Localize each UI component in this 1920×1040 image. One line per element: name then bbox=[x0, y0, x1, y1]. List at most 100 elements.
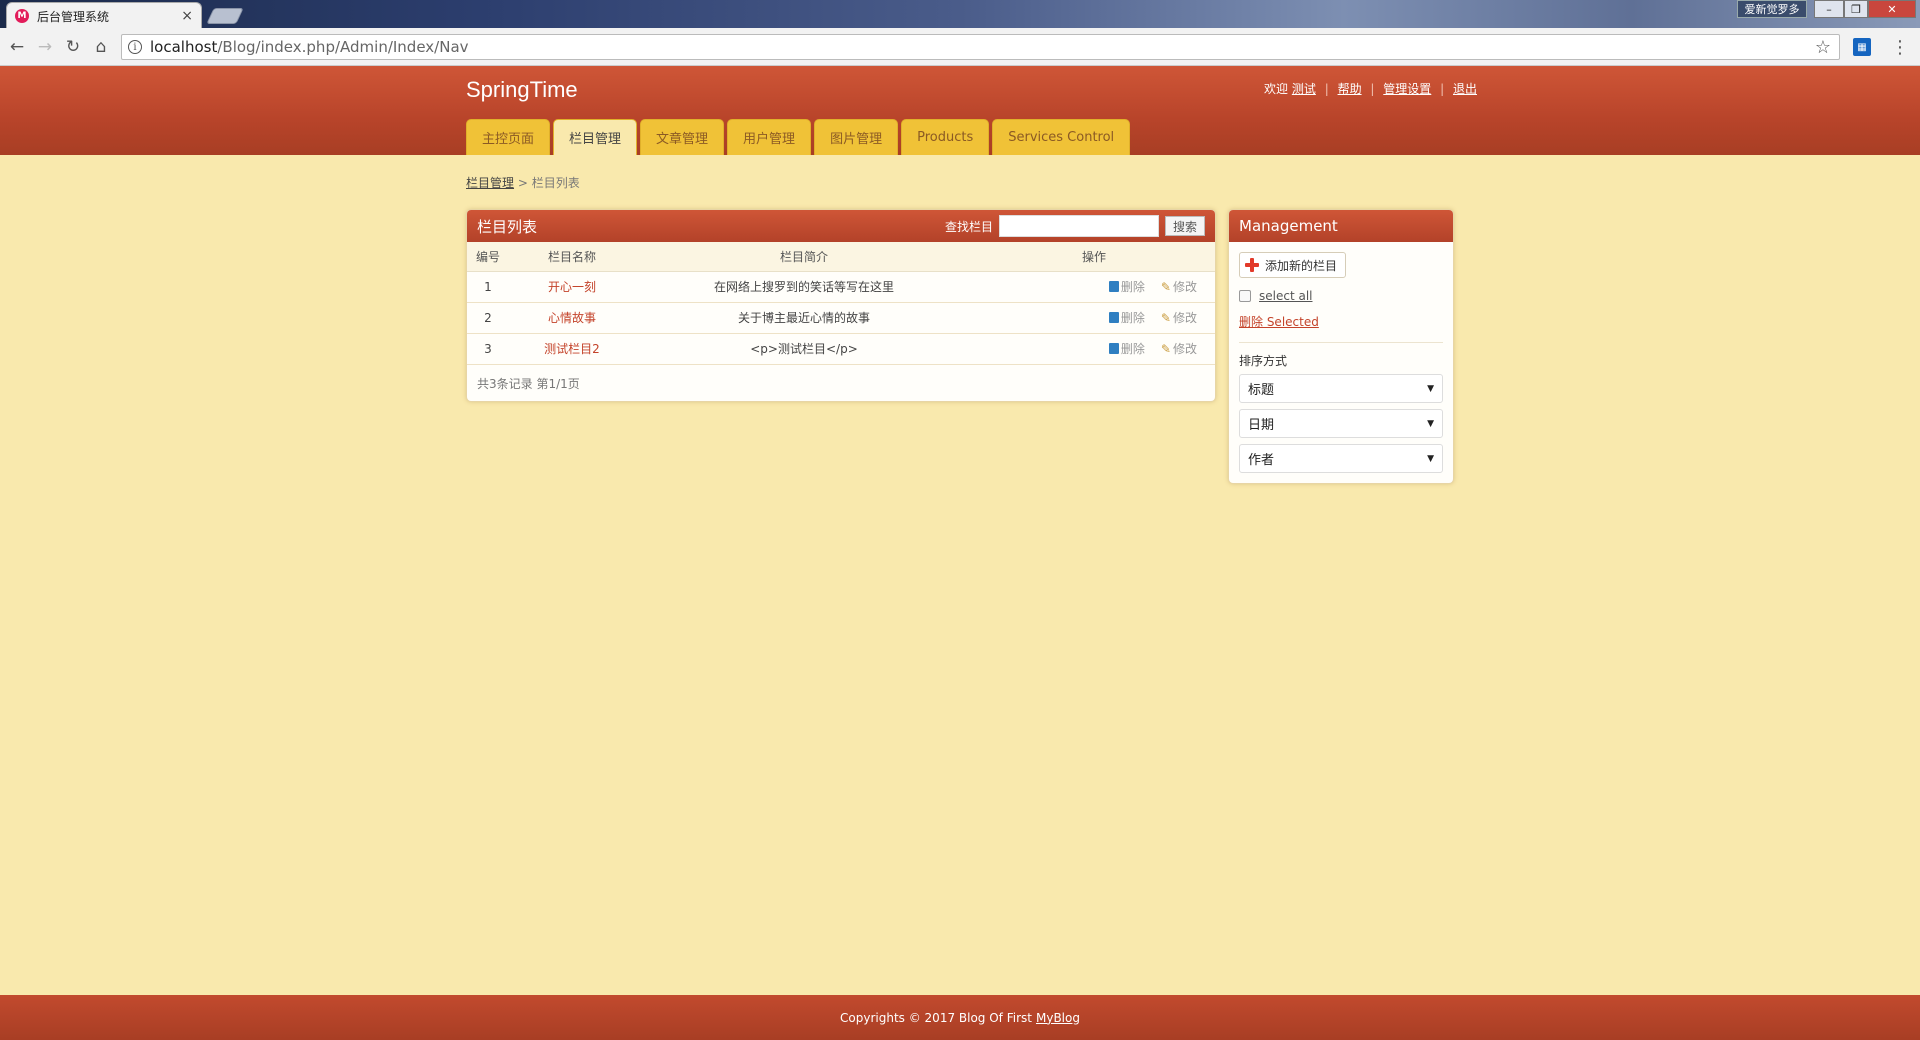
pagination-summary: 共3条记录 第1/1页 bbox=[477, 376, 580, 391]
nav-separator: | bbox=[1440, 82, 1445, 96]
footer-link[interactable]: MyBlog bbox=[1036, 1011, 1080, 1025]
column-header-name: 栏目名称 bbox=[509, 242, 635, 272]
back-icon[interactable]: ← bbox=[6, 36, 28, 58]
add-category-label: 添加新的栏目 bbox=[1265, 258, 1338, 273]
breadcrumb: 栏目管理 > 栏目列表 bbox=[466, 174, 580, 191]
category-list-panel: 栏目列表 查找栏目 搜索 编号 栏目名称 栏目简介 操作 1 开心一刻 在网络上… bbox=[466, 209, 1216, 402]
trash-icon bbox=[1108, 343, 1119, 354]
cell-intro: 关于博主最近心情的故事 bbox=[635, 302, 973, 334]
cell-id: 3 bbox=[467, 333, 509, 365]
window-user-badge[interactable]: 爱新觉罗多 bbox=[1737, 0, 1807, 18]
table-row: 1 开心一刻 在网络上搜罗到的笑话等写在这里 删除 ✎ 修改 bbox=[467, 271, 1215, 303]
management-panel-title: Management bbox=[1239, 217, 1338, 235]
plus-icon bbox=[1245, 258, 1259, 272]
search-button[interactable]: 搜索 bbox=[1164, 216, 1205, 236]
trash-icon bbox=[1108, 281, 1119, 292]
list-panel-header: 栏目列表 查找栏目 搜索 bbox=[467, 210, 1215, 242]
extension-icon[interactable]: ▦ bbox=[1853, 38, 1871, 56]
cell-id: 2 bbox=[467, 302, 509, 334]
settings-link[interactable]: 管理设置 bbox=[1383, 82, 1431, 96]
search-area: 查找栏目 搜索 bbox=[945, 215, 1205, 237]
pencil-icon: ✎ bbox=[1160, 279, 1171, 294]
delete-selected-link[interactable]: 删除 Selected bbox=[1239, 313, 1443, 330]
select-all-link[interactable]: select all bbox=[1259, 289, 1313, 303]
sort-select-author[interactable]: 作者 ▼ bbox=[1239, 444, 1443, 473]
list-panel-title: 栏目列表 bbox=[477, 217, 538, 236]
forward-icon[interactable]: → bbox=[34, 36, 56, 58]
url-text[interactable]: localhost/Blog/index.php/Admin/Index/Nav bbox=[150, 38, 469, 56]
site-footer: Copyrights © 2017 Blog Of First MyBlog bbox=[0, 995, 1920, 1040]
window-titlebar bbox=[0, 0, 1920, 28]
tab-close-icon[interactable]: × bbox=[181, 8, 193, 24]
sort-label: 排序方式 bbox=[1239, 354, 1288, 368]
cell-ops: 删除 ✎ 修改 bbox=[973, 302, 1215, 334]
bookmark-star-icon[interactable]: ☆ bbox=[1815, 37, 1831, 58]
footer-copyright: Copyrights © 2017 Blog Of First bbox=[840, 1010, 1032, 1025]
delete-link[interactable]: 删除 bbox=[1108, 340, 1145, 357]
home-icon[interactable]: ⌂ bbox=[90, 36, 112, 58]
reload-icon[interactable]: ↻ bbox=[62, 36, 84, 58]
nav-separator: | bbox=[1370, 82, 1375, 96]
user-nav: 欢迎 测试 | 帮助 | 管理设置 | 退出 bbox=[1264, 80, 1477, 97]
window-close-icon[interactable]: ✕ bbox=[1868, 0, 1916, 18]
welcome-text: 欢迎 bbox=[1264, 82, 1289, 96]
breadcrumb-parent-link[interactable]: 栏目管理 bbox=[466, 176, 514, 190]
address-bar[interactable]: i localhost/Blog/index.php/Admin/Index/N… bbox=[121, 34, 1840, 60]
nav-separator: | bbox=[1324, 82, 1329, 96]
select-all-checkbox[interactable] bbox=[1239, 290, 1251, 302]
cell-ops: 删除 ✎ 修改 bbox=[973, 333, 1215, 365]
edit-link[interactable]: ✎ 修改 bbox=[1161, 340, 1197, 357]
site-logo[interactable]: SpringTime bbox=[466, 77, 578, 103]
help-link[interactable]: 帮助 bbox=[1338, 82, 1362, 96]
restore-icon[interactable]: ❐ bbox=[1844, 0, 1868, 18]
tab-services-control[interactable]: Services Control bbox=[992, 119, 1131, 155]
breadcrumb-current: 栏目列表 bbox=[531, 176, 580, 190]
info-icon[interactable]: i bbox=[128, 40, 142, 54]
edit-link[interactable]: ✎ 修改 bbox=[1161, 278, 1197, 295]
caret-down-icon: ▼ bbox=[1427, 383, 1434, 394]
delete-link[interactable]: 删除 bbox=[1108, 309, 1145, 326]
tab-category-management[interactable]: 栏目管理 bbox=[553, 119, 638, 155]
cell-intro: 在网络上搜罗到的笑话等写在这里 bbox=[635, 271, 973, 303]
divider bbox=[1239, 342, 1443, 343]
tab-favicon-icon: M bbox=[15, 9, 29, 23]
cell-name-link[interactable]: 测试栏目2 bbox=[509, 333, 635, 365]
delete-link[interactable]: 删除 bbox=[1108, 278, 1145, 295]
search-label: 查找栏目 bbox=[944, 219, 993, 234]
cell-name-link[interactable]: 开心一刻 bbox=[509, 271, 635, 303]
minimize-icon[interactable]: – bbox=[1814, 0, 1844, 18]
search-input[interactable] bbox=[998, 215, 1159, 237]
management-panel-header: Management bbox=[1229, 210, 1453, 242]
category-table: 编号 栏目名称 栏目简介 操作 1 开心一刻 在网络上搜罗到的笑话等写在这里 删… bbox=[467, 242, 1215, 365]
add-category-button[interactable]: 添加新的栏目 bbox=[1239, 252, 1347, 278]
username-link[interactable]: 测试 bbox=[1292, 82, 1316, 96]
tab-user-management[interactable]: 用户管理 bbox=[727, 119, 812, 155]
caret-down-icon: ▼ bbox=[1427, 418, 1434, 429]
sort-select-title[interactable]: 标题 ▼ bbox=[1239, 374, 1443, 403]
edit-link[interactable]: ✎ 修改 bbox=[1161, 309, 1197, 326]
cell-name-link[interactable]: 心情故事 bbox=[509, 302, 635, 334]
cell-intro: <p>测试栏目</p> bbox=[635, 333, 973, 365]
browser-menu-icon[interactable]: ⋮ bbox=[1891, 36, 1909, 58]
sort-select-date[interactable]: 日期 ▼ bbox=[1239, 409, 1443, 438]
table-row: 2 心情故事 关于博主最近心情的故事 删除 ✎ 修改 bbox=[467, 302, 1215, 334]
breadcrumb-separator: > bbox=[517, 176, 528, 190]
table-row: 3 测试栏目2 <p>测试栏目</p> 删除 ✎ 修改 bbox=[467, 333, 1215, 365]
tab-image-management[interactable]: 图片管理 bbox=[814, 119, 899, 155]
select-all-row[interactable]: select all bbox=[1239, 289, 1443, 303]
management-panel: Management 添加新的栏目 select all 删除 Selected… bbox=[1228, 209, 1454, 484]
logout-link[interactable]: 退出 bbox=[1453, 82, 1477, 96]
management-panel-body: 添加新的栏目 select all 删除 Selected 排序方式 标题 ▼ … bbox=[1229, 242, 1453, 483]
column-header-intro: 栏目简介 bbox=[635, 242, 973, 272]
tab-article-management[interactable]: 文章管理 bbox=[640, 119, 725, 155]
main-nav-tabs: 主控页面 栏目管理 文章管理 用户管理 图片管理 Products Servic… bbox=[466, 119, 1133, 155]
pencil-icon: ✎ bbox=[1160, 341, 1171, 356]
pencil-icon: ✎ bbox=[1160, 310, 1171, 325]
tab-products[interactable]: Products bbox=[901, 119, 990, 155]
cell-id: 1 bbox=[467, 271, 509, 303]
tab-dashboard[interactable]: 主控页面 bbox=[466, 119, 551, 155]
column-header-id: 编号 bbox=[467, 242, 509, 272]
browser-toolbar: ← → ↻ ⌂ i localhost/Blog/index.php/Admin… bbox=[0, 28, 1920, 66]
browser-tab[interactable]: M 后台管理系统 × bbox=[6, 2, 202, 29]
column-header-ops: 操作 bbox=[973, 242, 1215, 272]
